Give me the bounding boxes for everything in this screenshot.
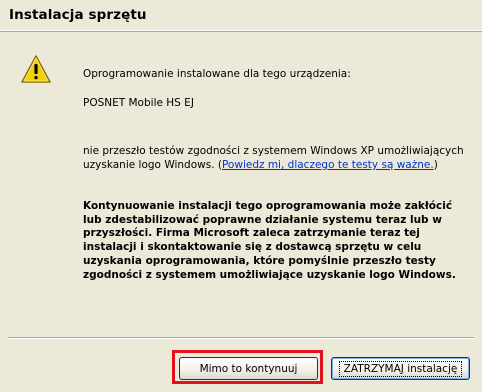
stop-installation-label: ZATRZYMAJ instalację: [338, 360, 463, 377]
compatibility-text: nie przeszło testów zgodności z systemem…: [83, 144, 475, 172]
dialog-title: Instalacja sprzętu: [9, 7, 147, 23]
intro-text: Oprogramowanie instalowane dla tego urzą…: [83, 68, 351, 80]
stop-installation-button[interactable]: ZATRZYMAJ instalację: [331, 357, 470, 380]
compatibility-text-close: ): [433, 159, 438, 171]
dialog-titlebar: Instalacja sprzętu: [0, 0, 482, 32]
dialog-content: Oprogramowanie instalowane dla tego urzą…: [0, 32, 482, 340]
warning-icon: [21, 55, 51, 83]
highlight-box: [172, 350, 323, 384]
why-tests-important-link[interactable]: Powiedz mi, dlaczego te testy są ważne.: [222, 159, 434, 171]
warning-message: Kontynuowanie instalacji tego oprogramow…: [83, 200, 456, 281]
device-name: POSNET Mobile HS EJ: [83, 97, 194, 109]
button-divider: [8, 337, 474, 339]
